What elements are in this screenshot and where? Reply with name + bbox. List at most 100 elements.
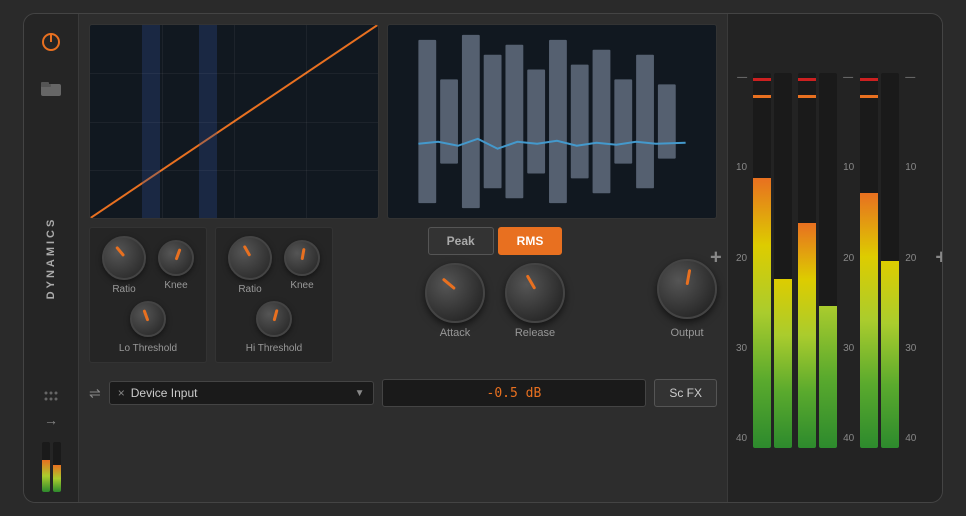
meter-scale-right: — 10 20 30 40 <box>843 68 854 448</box>
rms-button[interactable]: RMS <box>498 227 563 255</box>
hi-knee-group: Knee <box>284 240 320 291</box>
folder-button[interactable] <box>35 72 67 104</box>
bottom-bar: ⇌ × Device Input ▼ -0.5 dB Sc FX <box>89 375 717 411</box>
attack-label: Attack <box>440 327 471 339</box>
scale-right-40: 40 <box>843 433 854 444</box>
lo-ratio-label: Ratio <box>112 284 135 295</box>
scale-right-10: 10 <box>843 162 854 173</box>
add-button-right[interactable]: + <box>935 247 943 270</box>
sidebar-dots[interactable] <box>43 390 59 402</box>
meter-bar-6 <box>881 73 899 448</box>
meter-bar-3 <box>798 73 816 448</box>
lo-knee-indicator <box>175 248 182 260</box>
scale-left-top: — <box>736 72 747 83</box>
power-button[interactable] <box>35 26 67 58</box>
peak-orange-1 <box>753 95 771 98</box>
lo-ratio-knob[interactable] <box>102 236 146 280</box>
db-display: -0.5 dB <box>382 379 647 407</box>
controls-section: Ratio Knee Lo Th <box>89 227 717 363</box>
lo-ratio-group: Ratio <box>102 236 146 295</box>
scale-right2-10: 10 <box>905 162 916 173</box>
attack-group: Attack <box>425 263 485 339</box>
grid-h-1 <box>90 73 378 74</box>
mode-buttons: Peak RMS <box>428 227 563 255</box>
meter-fill-4 <box>819 306 837 449</box>
detection-section: Peak RMS Attack Release <box>341 227 649 339</box>
attack-knob[interactable] <box>425 263 485 323</box>
sidebar-bottom: → <box>42 390 61 492</box>
top-section <box>89 24 717 219</box>
peak-button[interactable]: Peak <box>428 227 494 255</box>
sidebar: DYNAMICS → <box>24 14 79 502</box>
lo-threshold-indicator <box>142 309 149 321</box>
mini-meter-l-fill <box>42 460 50 493</box>
grid-h-2 <box>90 122 378 123</box>
grid-h-3 <box>90 170 378 171</box>
scale-right2-40: 40 <box>905 433 916 444</box>
hi-threshold-row <box>256 301 292 337</box>
meter-bar-4 <box>819 73 837 448</box>
release-knob[interactable] <box>505 263 565 323</box>
attack-indicator <box>442 278 456 291</box>
hi-ratio-indicator <box>243 245 252 257</box>
mini-meter-r-fill <box>53 465 61 493</box>
right-meters: + — 10 20 30 40 <box>727 14 942 502</box>
sidebar-arrow[interactable]: → <box>44 412 58 428</box>
release-label: Release <box>515 327 555 339</box>
scale-right2-30: 30 <box>905 343 916 354</box>
mini-meter-l <box>42 442 50 492</box>
device-selector[interactable]: × Device Input ▼ <box>109 381 374 405</box>
routing-icon[interactable]: ⇌ <box>89 385 101 402</box>
peak-red-1 <box>753 78 771 81</box>
hi-knee-knob[interactable] <box>284 240 320 276</box>
meter-fill-2 <box>774 279 792 448</box>
scale-right2-top: — <box>905 72 916 83</box>
hi-threshold-group <box>256 301 292 337</box>
lo-threshold-group <box>130 301 166 337</box>
meter-fill-5 <box>860 193 878 448</box>
lo-threshold-label: Lo Threshold <box>119 343 177 354</box>
hi-threshold-indicator <box>273 309 279 321</box>
envelope-knobs: Attack Release <box>425 263 565 339</box>
sc-fx-button[interactable]: Sc FX <box>654 379 717 407</box>
hi-knee-indicator <box>301 248 306 260</box>
add-button-left[interactable]: + <box>710 247 722 270</box>
device-x-icon[interactable]: × <box>118 386 125 400</box>
output-knob[interactable] <box>657 259 717 319</box>
plugin-container: DYNAMICS → <box>23 13 943 503</box>
scale-right-top: — <box>843 72 854 83</box>
release-group: Release <box>505 263 565 339</box>
scale-right-20: 20 <box>843 253 854 264</box>
hi-ratio-label: Ratio <box>238 284 261 295</box>
hi-threshold-label: Hi Threshold <box>246 343 303 354</box>
meter-bar-1 <box>753 73 771 448</box>
waveform-bars <box>418 35 675 208</box>
peak-orange-5 <box>860 95 878 98</box>
meter-group-3 <box>860 68 899 448</box>
meter-bar-5 <box>860 73 878 448</box>
meter-fill-1 <box>753 178 771 448</box>
meter-fill-3 <box>798 223 816 448</box>
lo-compressor: Ratio Knee Lo Th <box>89 227 207 363</box>
hi-ratio-group: Ratio <box>228 236 272 295</box>
hi-knee-label: Knee <box>290 280 313 291</box>
hi-threshold-knob[interactable] <box>256 301 292 337</box>
hi-compressor: Ratio Knee Hi Th <box>215 227 333 363</box>
hi-ratio-knob[interactable] <box>228 236 272 280</box>
hi-knob-row: Ratio Knee <box>228 236 320 295</box>
meter-scale-right-2: — 10 20 30 40 <box>905 68 916 448</box>
lo-threshold-knob[interactable] <box>130 301 166 337</box>
output-indicator <box>686 269 692 285</box>
output-label: Output <box>670 327 703 339</box>
meter-scale-left: — 10 20 30 40 <box>736 68 747 448</box>
device-dropdown-icon[interactable]: ▼ <box>355 388 365 399</box>
peak-red-5 <box>860 78 878 81</box>
lo-knee-knob[interactable] <box>158 240 194 276</box>
lo-knee-group: Knee <box>158 240 194 291</box>
output-section: Output <box>657 227 717 339</box>
meter-bar-2 <box>774 73 792 448</box>
release-indicator <box>526 274 537 289</box>
meter-group-2 <box>798 68 837 448</box>
waveform-display <box>387 24 717 219</box>
mini-meter-r <box>53 442 61 492</box>
